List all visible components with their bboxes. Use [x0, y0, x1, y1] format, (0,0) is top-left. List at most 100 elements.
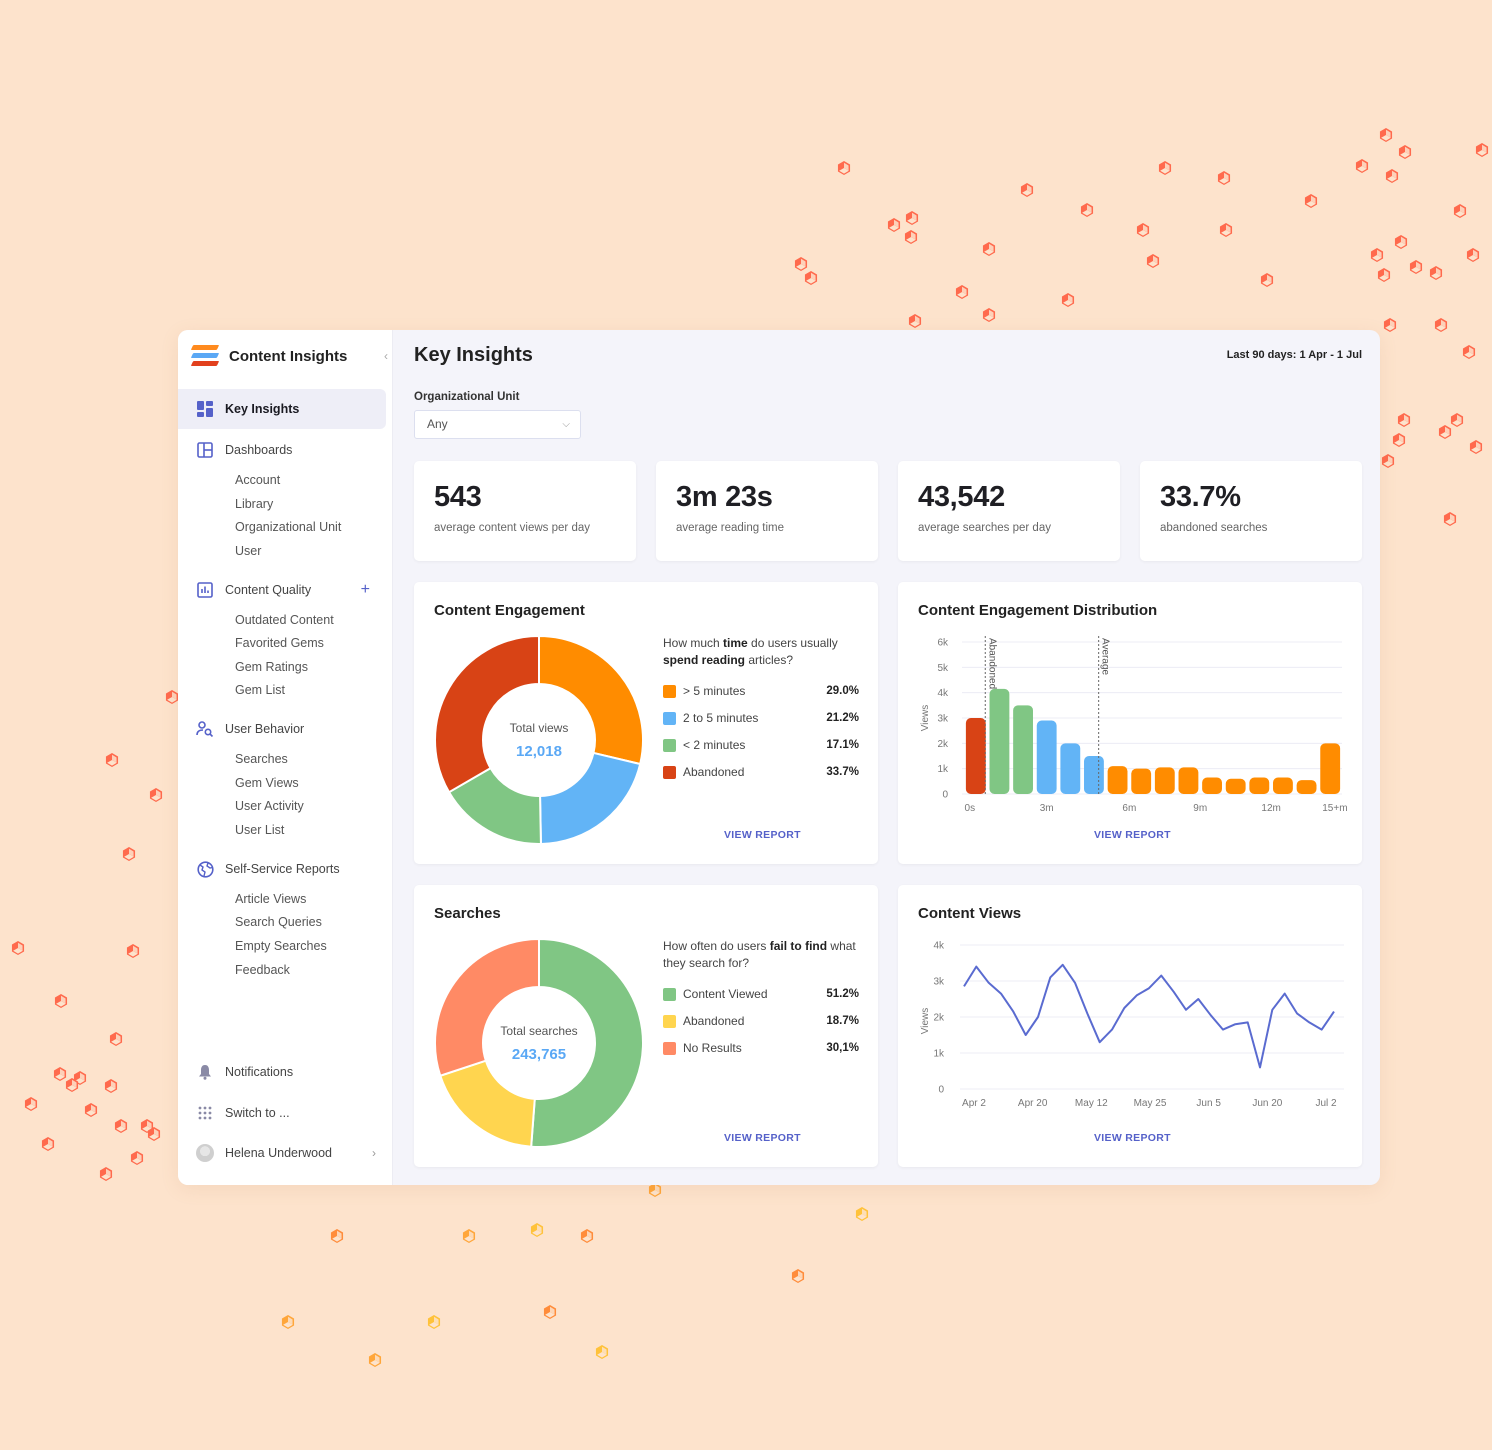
cube-icon [1217, 171, 1231, 185]
legend-swatch [663, 711, 676, 725]
cube-icon [1377, 268, 1391, 282]
cube-icon [126, 944, 140, 958]
engagement-distribution-chart: 0 1k 2k 3k 4k 5k 6k Views Abandoned Average 0s 3m 6m… [920, 636, 1348, 814]
sidebar-subitem-search-queries[interactable]: Search Queries [235, 912, 322, 932]
notifications-button[interactable]: Notifications [196, 1063, 376, 1081]
line-series[interactable] [963, 963, 1335, 1069]
kpi-value: 543 [434, 481, 482, 513]
cube-icon [109, 1032, 123, 1046]
date-range[interactable]: Last 90 days: 1 Apr - 1 Jul [1227, 349, 1362, 361]
x-tick-label: 6m [1122, 803, 1136, 814]
content-views-chart: 0 1k 2k 3k 4k Views Apr 2 Apr 20 May 12 May 25 Jun… [920, 941, 1344, 1109]
bar[interactable] [1131, 768, 1152, 794]
donut-slice-no-results[interactable] [434, 938, 540, 1078]
notifications-label: Notifications [225, 1065, 294, 1079]
bar[interactable] [1225, 778, 1246, 794]
cube-icon [1392, 433, 1406, 447]
sidebar-subitem-empty-searches[interactable]: Empty Searches [235, 936, 327, 956]
cube-icon [1469, 440, 1483, 454]
cube-icon [580, 1229, 594, 1243]
legend-item: 2 to 5 minutes 21.2% [663, 711, 859, 725]
sidebar-item-label: Key Insights [225, 402, 300, 416]
kpi-card-reading-time: 3m 23s average reading time [656, 461, 878, 561]
bar[interactable] [1296, 780, 1317, 794]
view-report-link[interactable]: VIEW REPORT [1094, 1132, 1171, 1144]
switch-to-label: Switch to ... [225, 1106, 290, 1120]
user-profile-button[interactable]: Helena Underwood › [196, 1144, 376, 1162]
sidebar-subitem-organizational-unit[interactable]: Organizational Unit [235, 517, 341, 537]
cube-icon [1304, 194, 1318, 208]
sidebar-subitem-user[interactable]: User [235, 541, 261, 561]
app-window: Content Insights ‹ Key Insights Dashboar… [178, 330, 1380, 1185]
bar[interactable] [1178, 767, 1199, 794]
x-tick-label: 9m [1193, 803, 1207, 814]
cube-icon [84, 1103, 98, 1117]
view-report-link[interactable]: VIEW REPORT [1094, 829, 1171, 841]
view-report-link[interactable]: VIEW REPORT [724, 829, 801, 841]
view-report-link[interactable]: VIEW REPORT [724, 1132, 801, 1144]
bar[interactable] [1036, 720, 1057, 794]
y-tick-label: 3k [937, 714, 949, 725]
sidebar-subitem-user-list[interactable]: User List [235, 820, 284, 840]
legend-value: 51.2% [826, 988, 859, 1000]
sidebar-item-key-insights[interactable]: Key Insights [178, 389, 386, 429]
cube-icon [53, 1067, 67, 1081]
sidebar-item-user-behavior[interactable]: User Behavior [178, 709, 386, 749]
x-tick-label: Jun 20 [1252, 1098, 1282, 1109]
bar[interactable] [1249, 777, 1270, 794]
sidebar-subitem-user-activity[interactable]: User Activity [235, 796, 304, 816]
donut-slice-2-to-5-minutes[interactable] [539, 751, 642, 845]
sidebar-item-content-quality[interactable]: Content Quality + [178, 570, 386, 610]
sidebar-subitem-gem-ratings[interactable]: Gem Ratings [235, 657, 308, 677]
cube-icon [1355, 159, 1369, 173]
bar[interactable] [1154, 767, 1175, 794]
bar[interactable] [1107, 766, 1128, 794]
org-unit-select[interactable]: Any ⌵ [414, 410, 581, 439]
cube-icon [1443, 512, 1457, 526]
bar[interactable] [1013, 705, 1033, 794]
sidebar-subitem-searches[interactable]: Searches [235, 749, 288, 769]
legend-swatch [663, 987, 676, 1001]
sidebar-subitem-gem-views[interactable]: Gem Views [235, 773, 299, 793]
sidebar-subitem-library[interactable]: Library [235, 494, 273, 514]
bar[interactable] [1084, 756, 1104, 794]
sidebar-item-self-service-reports[interactable]: Self-Service Reports [178, 849, 386, 889]
sidebar-subitem-outdated-content[interactable]: Outdated Content [235, 610, 334, 630]
sidebar-item-dashboards[interactable]: Dashboards [178, 430, 386, 470]
cube-icon [1381, 454, 1395, 468]
donut-slice-content-viewed[interactable] [530, 938, 644, 1148]
bar[interactable] [1273, 777, 1293, 794]
legend-label: 2 to 5 minutes [683, 711, 759, 725]
sidebar-subitem-favorited-gems[interactable]: Favorited Gems [235, 633, 324, 653]
donut-slice-abandoned[interactable] [439, 1059, 536, 1148]
bar[interactable] [965, 718, 986, 794]
cube-icon [1450, 413, 1464, 427]
bar[interactable] [1320, 743, 1341, 794]
legend-value: 17.1% [826, 739, 859, 751]
org-unit-label: Organizational Unit [414, 391, 520, 403]
sidebar-subitem-feedback[interactable]: Feedback [235, 960, 290, 980]
donut-slice-abandoned[interactable] [434, 635, 540, 794]
sidebar-subitem-article-views[interactable]: Article Views [235, 889, 306, 909]
grid-icon [196, 400, 214, 418]
legend-label: < 2 minutes [683, 738, 746, 752]
legend-value: 18.7% [826, 1015, 859, 1027]
y-tick-label: 0 [938, 1085, 944, 1096]
cube-icon [1475, 143, 1489, 157]
brand-title: Content Insights [229, 347, 348, 365]
sidebar-subitem-account[interactable]: Account [235, 470, 280, 490]
chevron-left-icon[interactable]: ‹ [384, 349, 388, 363]
bar[interactable] [989, 688, 1010, 794]
cube-icon [837, 161, 851, 175]
sidebar-subitem-gem-list[interactable]: Gem List [235, 680, 285, 700]
switch-to-button[interactable]: Switch to ... [196, 1104, 376, 1122]
add-icon[interactable]: + [361, 581, 370, 599]
bar[interactable] [1060, 743, 1081, 794]
cube-icon [908, 314, 922, 328]
cube-icon [904, 230, 918, 244]
cube-icon [114, 1119, 128, 1133]
bar[interactable] [1202, 777, 1222, 794]
cube-icon [887, 218, 901, 232]
donut-slice-5-minutes[interactable] [538, 635, 644, 766]
page-title: Key Insights [414, 344, 533, 366]
